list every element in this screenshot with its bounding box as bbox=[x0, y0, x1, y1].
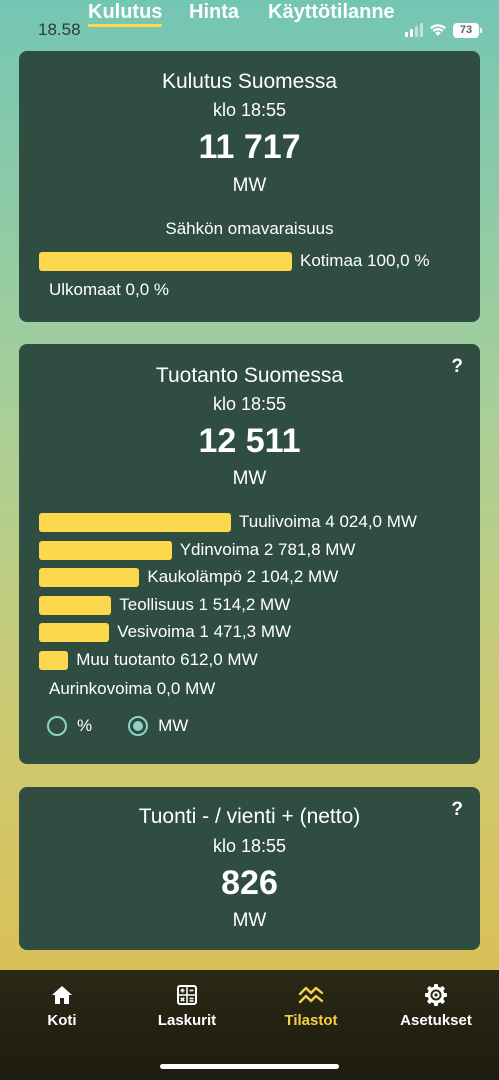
source-label: Vesivoima 1 471,3 MW bbox=[117, 622, 292, 641]
consumption-value: 11 717 bbox=[198, 128, 301, 166]
production-card: ? Tuotanto Suomessa klo 18:55 12 511 MW … bbox=[19, 344, 480, 764]
source-bar bbox=[39, 595, 112, 615]
tab-kulutus[interactable]: Kulutus bbox=[88, 1, 163, 27]
tab-hinta[interactable]: Hinta bbox=[189, 1, 239, 24]
source-bar bbox=[39, 622, 110, 642]
source-label: Teollisuus 1 514,2 MW bbox=[119, 595, 291, 614]
radio-percent-label: % bbox=[77, 716, 93, 735]
net-import-value: 826 bbox=[221, 864, 278, 902]
gear-icon bbox=[425, 984, 447, 1006]
nav-laskurit[interactable]: Laskurit bbox=[132, 982, 242, 1029]
net-import-title: Tuonti - / vienti + (netto) bbox=[138, 805, 361, 828]
wifi-icon bbox=[430, 24, 446, 36]
radio-percent[interactable] bbox=[47, 716, 67, 736]
source-label: Tuulivoima 4 024,0 MW bbox=[239, 512, 417, 531]
net-import-time: klo 18:55 bbox=[212, 836, 287, 856]
system-icons: 73 bbox=[405, 22, 482, 38]
consumption-time: klo 18:55 bbox=[212, 100, 287, 120]
source-bar bbox=[39, 650, 69, 670]
source-row: Vesivoima 1 471,3 MW bbox=[39, 621, 291, 643]
source-label: Kaukolämpö 2 104,2 MW bbox=[147, 567, 339, 586]
home-indicator[interactable] bbox=[160, 1064, 339, 1069]
tab-kayttotilanne[interactable]: Käyttötilanne bbox=[268, 1, 395, 24]
signal-icon bbox=[405, 23, 423, 37]
nav-koti-label: Koti bbox=[47, 1012, 77, 1029]
nav-asetukset-label: Asetukset bbox=[400, 1012, 472, 1029]
source-label: Aurinkovoima 0,0 MW bbox=[49, 679, 216, 698]
nav-asetukset[interactable]: Asetukset bbox=[381, 982, 491, 1029]
source-bar bbox=[39, 540, 172, 560]
production-value: 12 511 bbox=[198, 422, 301, 460]
home-icon bbox=[52, 986, 72, 1004]
consumption-unit: MW bbox=[232, 175, 267, 196]
production-unit: MW bbox=[232, 468, 267, 489]
source-row: Tuulivoima 4 024,0 MW bbox=[39, 511, 417, 533]
source-row: Kaukolämpö 2 104,2 MW bbox=[39, 566, 338, 588]
source-bar bbox=[39, 512, 231, 532]
source-label: Ydinvoima 2 781,8 MW bbox=[179, 540, 356, 559]
domestic-label: Kotimaa 100,0 % bbox=[300, 251, 430, 270]
consumption-title: Kulutus Suomessa bbox=[161, 70, 338, 93]
foreign-label: Ulkomaat 0,0 % bbox=[49, 280, 169, 299]
chart-icon bbox=[298, 986, 324, 1004]
source-row: Teollisuus 1 514,2 MW bbox=[39, 594, 290, 616]
source-row: Muu tuotanto 612,0 MW bbox=[39, 649, 258, 671]
nav-tilastot[interactable]: Tilastot bbox=[256, 982, 366, 1029]
top-tabs: Kulutus Hinta Käyttötilanne bbox=[0, 0, 499, 27]
battery-icon: 73 bbox=[453, 22, 482, 38]
source-bar bbox=[39, 567, 140, 587]
self-sufficiency-label: Sähkön omavaraisuus bbox=[165, 219, 334, 238]
net-import-unit: MW bbox=[232, 910, 267, 931]
unit-selector: % MW bbox=[47, 716, 188, 736]
radio-mw[interactable] bbox=[128, 716, 149, 736]
production-time: klo 18:55 bbox=[212, 394, 287, 414]
production-title: Tuotanto Suomessa bbox=[155, 364, 344, 387]
domestic-bar bbox=[39, 251, 292, 271]
domestic-row: Kotimaa 100,0 % bbox=[39, 250, 429, 272]
source-row: Ydinvoima 2 781,8 MW bbox=[39, 539, 355, 561]
calculator-icon bbox=[177, 985, 197, 1005]
nav-laskurit-label: Laskurit bbox=[157, 1012, 217, 1029]
radio-mw-label: MW bbox=[158, 716, 189, 735]
nav-tilastot-label: Tilastot bbox=[284, 1012, 338, 1029]
net-import-card: ? Tuonti - / vienti + (netto) klo 18:55 … bbox=[19, 787, 480, 950]
source-label: Muu tuotanto 612,0 MW bbox=[76, 650, 258, 669]
consumption-card: Kulutus Suomessa klo 18:55 11 717 MW Säh… bbox=[19, 51, 480, 322]
nav-koti[interactable]: Koti bbox=[7, 982, 117, 1029]
